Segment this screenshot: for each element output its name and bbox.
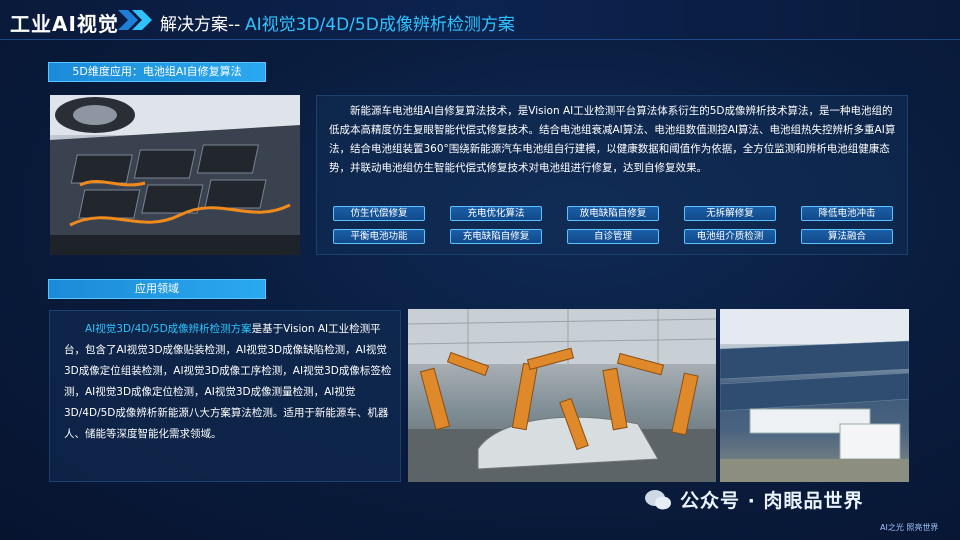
application-body: 是基于Vision AI工业检测平台，包含了AI视觉3D成像贴装检测，AI视觉3… <box>64 323 392 440</box>
application-highlight: AI视觉3D/4D/5D成像辨析检测方案 <box>85 323 252 335</box>
chip-discharge-repair: 放电缺陷自修复 <box>567 206 659 221</box>
chip-self-diagnosis: 自诊管理 <box>567 229 659 244</box>
section-tag-application: 应用领域 <box>48 279 266 299</box>
watermark-text: 公众号 · 肉眼品世界 <box>680 490 864 512</box>
chevron-right-icon <box>118 10 152 30</box>
battery-description-text: 新能源车电池组AI自修复算法技术，是Vision AI工业检测平台算法体系衍生的… <box>329 105 896 174</box>
chip-no-disassembly: 无拆解修复 <box>684 206 776 221</box>
footer-slogan: AI之光 照亮世界 <box>880 523 939 532</box>
solar-storage-image <box>720 309 909 482</box>
header-bar: 工业AI视觉 解决方案-- AI视觉3D/4D/5D成像辨析检测方案 <box>0 0 960 40</box>
chip-reduce-impact: 降低电池冲击 <box>801 206 893 221</box>
chip-medium-detection: 电池组介质检测 <box>684 229 776 244</box>
page-title: AI视觉3D/4D/5D成像辨析检测方案 <box>245 15 515 35</box>
chip-charge-optimize: 充电优化算法 <box>450 206 542 221</box>
application-text: AI视觉3D/4D/5D成像辨析检测方案是基于Vision AI工业检测平台，包… <box>64 319 394 445</box>
battery-pack-image <box>50 95 300 255</box>
chip-balance-function: 平衡电池功能 <box>333 229 425 244</box>
chip-algorithm-fusion: 算法融合 <box>801 229 893 244</box>
robot-assembly-image <box>408 309 716 482</box>
page-title-prefix: 解决方案-- <box>160 15 241 35</box>
battery-description-panel: 新能源车电池组AI自修复算法技术，是Vision AI工业检测平台算法体系衍生的… <box>316 95 908 255</box>
application-panel: AI视觉3D/4D/5D成像辨析检测方案是基于Vision AI工业检测平台，包… <box>49 310 401 482</box>
wechat-icon <box>645 490 671 510</box>
chip-charge-repair: 充电缺陷自修复 <box>450 229 542 244</box>
chip-bionic-repair: 仿生代偿修复 <box>333 206 425 221</box>
brand-logo: 工业AI视觉 <box>10 12 119 36</box>
section-tag-5d-battery: 5D维度应用：电池组AI自修复算法 <box>48 62 266 82</box>
